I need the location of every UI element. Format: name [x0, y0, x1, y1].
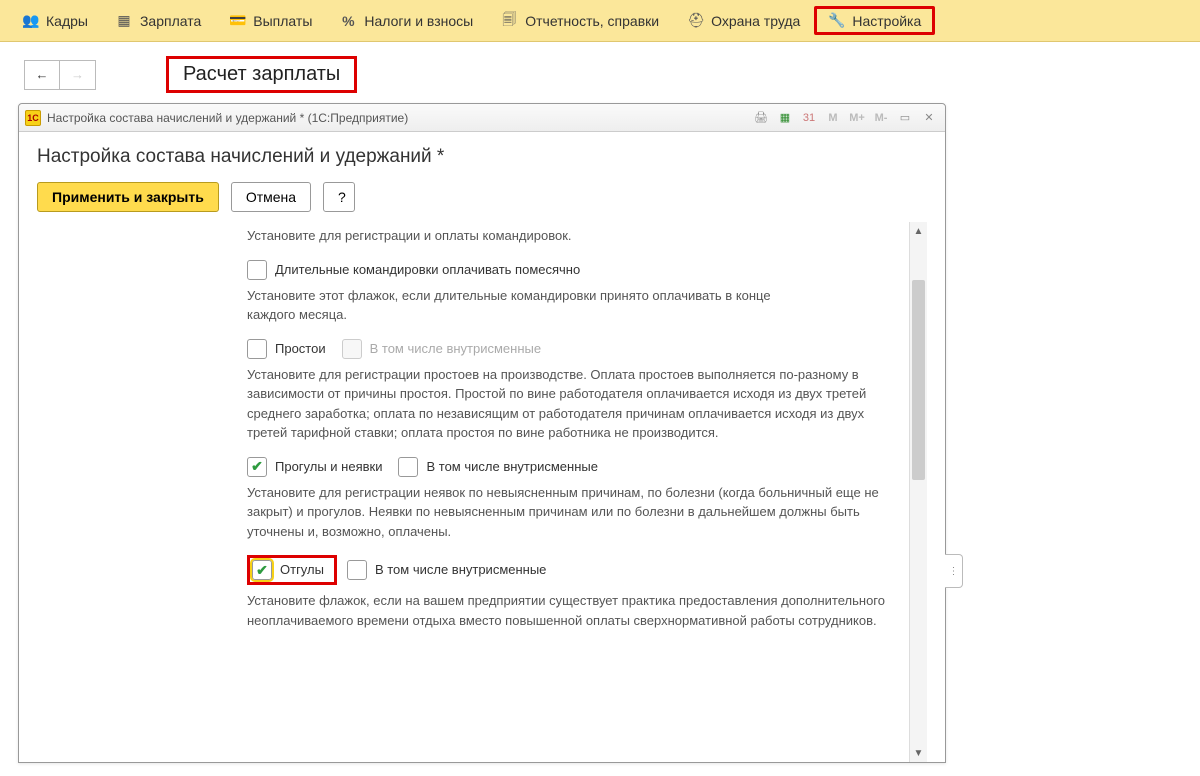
apply-close-button[interactable]: Применить и закрыть	[37, 182, 219, 212]
left-gutter	[37, 222, 247, 762]
menu-otchet[interactable]: 🗐 Отчетность, справки	[487, 3, 673, 39]
close-button[interactable]: ✕	[919, 109, 939, 127]
help-button[interactable]: ?	[323, 182, 355, 212]
menu-label: Охрана труда	[711, 13, 800, 29]
minimize-button[interactable]: ▭	[895, 109, 915, 127]
label-prostoi: Простои	[275, 339, 326, 359]
row-prostoi: Простои В том числе внутрисменные	[247, 339, 903, 359]
nav-row: ← → Расчет зарплаты	[0, 42, 1200, 103]
action-row: Применить и закрыть Отмена ?	[37, 182, 927, 212]
checkbox-prostoi-intrashift	[342, 339, 362, 359]
page-title-highlight: Расчет зарплаты	[166, 56, 357, 93]
grid-icon: ▦	[116, 12, 132, 29]
hint-otguly: Установите флажок, если на вашем предпри…	[247, 591, 887, 630]
cancel-button[interactable]: Отмена	[231, 182, 311, 212]
checkbox-long-trips[interactable]	[247, 260, 267, 280]
checkbox-otguly-intrashift[interactable]	[347, 560, 367, 580]
scroll-track[interactable]	[910, 240, 927, 744]
label-prostoi-intrashift: В том числе внутрисменные	[370, 339, 541, 359]
card-icon: 💳	[229, 12, 245, 29]
form-title: Настройка состава начислений и удержаний…	[37, 146, 927, 168]
checkbox-proguly[interactable]	[247, 457, 267, 477]
memory-mminus-button[interactable]: M-	[871, 109, 891, 127]
label-otguly-intrashift: В том числе внутрисменные	[375, 560, 546, 580]
menu-label: Отчетность, справки	[525, 13, 659, 29]
scroll-thumb[interactable]	[912, 280, 925, 480]
arrow-right-icon: →	[71, 67, 84, 82]
titlebar-icons: 🖨 ▦ 31 M M+ M- ▭ ✕	[751, 109, 939, 127]
nav-back-button[interactable]: ←	[24, 60, 60, 90]
row-long-trips: Длительные командировки оплачивать помес…	[247, 260, 903, 280]
vertical-scrollbar[interactable]: ▲ ▼	[909, 222, 927, 762]
menu-label: Выплаты	[253, 13, 312, 29]
menu-kadry[interactable]: 👥 Кадры	[8, 6, 102, 35]
memory-m-button[interactable]: M	[823, 109, 843, 127]
menu-ohrana[interactable]: ⛑ Охрана труда	[673, 6, 814, 35]
row-otguly: Отгулы В том числе внутрисменные	[247, 555, 903, 585]
menu-label: Зарплата	[140, 13, 201, 29]
checkbox-otguly[interactable]	[252, 560, 272, 580]
menu-label: Налоги и взносы	[364, 13, 473, 29]
window-title: Настройка состава начислений и удержаний…	[47, 111, 751, 125]
helmet-icon: ⛑	[687, 12, 703, 29]
row-proguly: Прогулы и неявки В том числе внутрисменн…	[247, 457, 903, 477]
label-otguly: Отгулы	[280, 560, 324, 580]
menu-nastroika[interactable]: 🔧 Настройка	[814, 6, 935, 35]
calendar-icon[interactable]: 31	[799, 109, 819, 127]
docs-icon: 🗐	[501, 9, 517, 33]
window-titlebar: 1C Настройка состава начислений и удержа…	[19, 104, 945, 132]
settings-scroll-pane: Установите для регистрации и оплаты кома…	[247, 222, 909, 762]
memory-mplus-button[interactable]: M+	[847, 109, 867, 127]
hint-proguly: Установите для регистрации неявок по нев…	[247, 483, 887, 542]
print-icon[interactable]: 🖨	[751, 109, 771, 127]
label-proguly-intrashift: В том числе внутрисменные	[426, 457, 597, 477]
app-logo-icon: 1C	[25, 110, 41, 126]
label-long-trips: Длительные командировки оплачивать помес…	[275, 260, 580, 280]
people-icon: 👥	[22, 12, 38, 29]
scroll-up-icon[interactable]: ▲	[910, 222, 927, 240]
wrench-icon: 🔧	[828, 12, 844, 29]
side-tab-handle[interactable]: ⋮	[945, 554, 963, 588]
nav-forward-button[interactable]: →	[60, 60, 96, 90]
window-body: Настройка состава начислений и удержаний…	[19, 132, 945, 762]
menu-label: Настройка	[852, 13, 921, 29]
main-menu: 👥 Кадры ▦ Зарплата 💳 Выплаты % Налоги и …	[0, 0, 1200, 42]
checkbox-proguly-intrashift[interactable]	[398, 457, 418, 477]
menu-vyplaty[interactable]: 💳 Выплаты	[215, 6, 326, 35]
percent-icon: %	[340, 13, 356, 29]
menu-nalogi[interactable]: % Налоги и взносы	[326, 7, 487, 35]
label-proguly: Прогулы и неявки	[275, 457, 382, 477]
hint-prostoi: Установите для регистрации простоев на п…	[247, 365, 887, 443]
calc-icon[interactable]: ▦	[775, 109, 795, 127]
checkbox-prostoi[interactable]	[247, 339, 267, 359]
menu-label: Кадры	[46, 13, 88, 29]
arrow-left-icon: ←	[36, 67, 49, 82]
otguly-highlight: Отгулы	[247, 555, 337, 585]
content-area: Установите для регистрации и оплаты кома…	[37, 222, 927, 762]
menu-zarplata[interactable]: ▦ Зарплата	[102, 6, 215, 35]
hint-trips: Установите для регистрации и оплаты кома…	[247, 226, 903, 246]
hint-long-trips: Установите этот флажок, если длительные …	[247, 286, 807, 325]
page-title: Расчет зарплаты	[183, 63, 340, 85]
scroll-down-icon[interactable]: ▼	[910, 744, 927, 762]
settings-window: 1C Настройка состава начислений и удержа…	[18, 103, 946, 763]
